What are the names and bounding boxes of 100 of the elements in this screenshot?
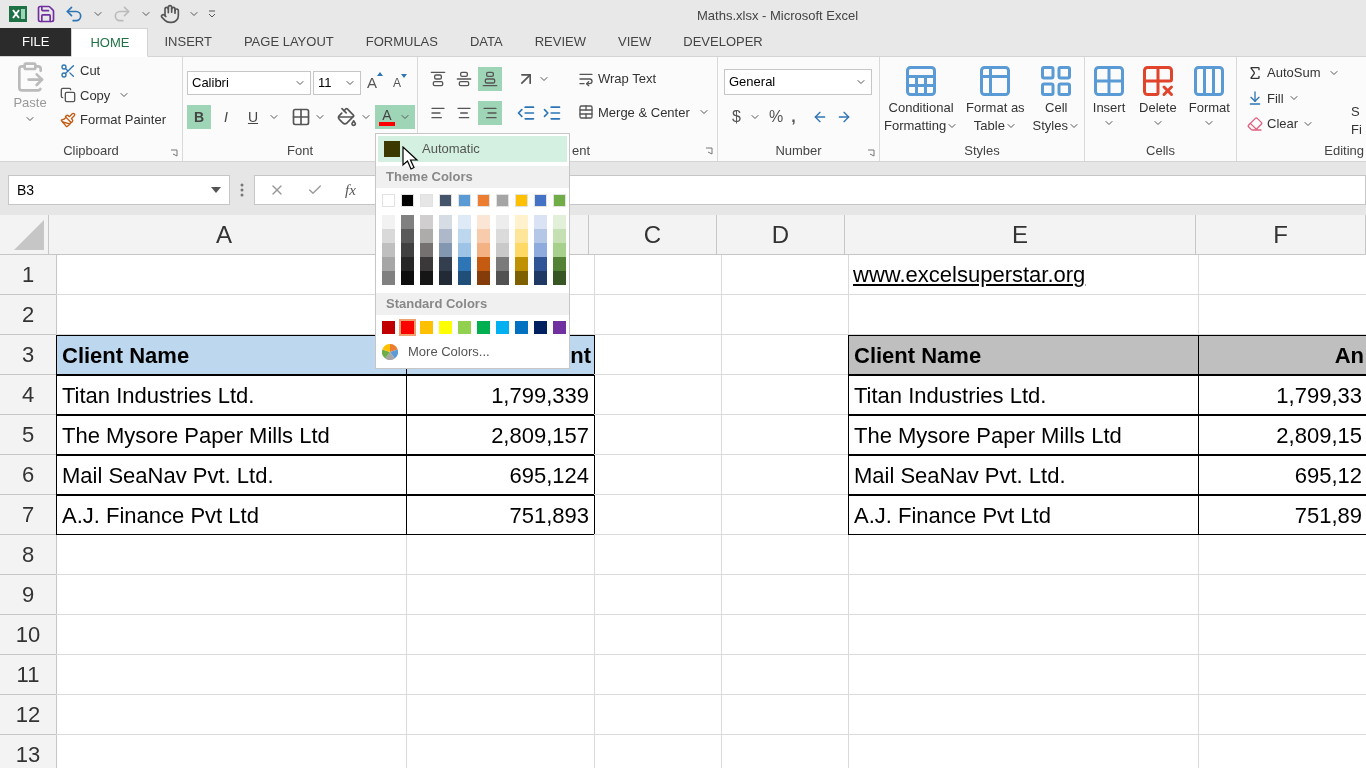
italic-button[interactable]: I bbox=[214, 105, 238, 129]
percent-button[interactable]: % bbox=[768, 105, 784, 129]
ribbon-tab[interactable]: HOME bbox=[71, 28, 149, 57]
color-swatch[interactable] bbox=[401, 271, 414, 285]
save-icon[interactable] bbox=[36, 4, 56, 24]
color-swatch[interactable] bbox=[439, 194, 452, 207]
color-swatch[interactable] bbox=[477, 243, 490, 257]
merge-center-button[interactable]: Merge & Center bbox=[578, 102, 690, 122]
row-header[interactable]: 5 bbox=[0, 415, 57, 455]
color-swatch[interactable] bbox=[458, 215, 471, 229]
dialog-launcher-icon[interactable] bbox=[170, 149, 178, 157]
select-all-icon[interactable] bbox=[14, 220, 44, 250]
fill-color-icon[interactable] bbox=[337, 107, 357, 127]
color-swatch[interactable] bbox=[382, 257, 395, 271]
delete-button[interactable]: Delete bbox=[1139, 63, 1177, 141]
color-swatch[interactable] bbox=[458, 194, 471, 207]
row-header[interactable]: 4 bbox=[0, 375, 57, 415]
color-swatch[interactable] bbox=[515, 271, 528, 285]
bold-button[interactable]: B bbox=[187, 105, 211, 129]
row-header[interactable]: 13 bbox=[0, 735, 57, 768]
color-swatch[interactable] bbox=[420, 229, 433, 243]
color-swatch[interactable] bbox=[401, 243, 414, 257]
increase-indent-icon[interactable] bbox=[542, 103, 562, 123]
color-swatch[interactable] bbox=[477, 215, 490, 229]
color-swatch[interactable] bbox=[420, 271, 433, 285]
color-swatch[interactable] bbox=[458, 271, 471, 285]
ribbon-tab[interactable]: DEVELOPER bbox=[667, 27, 779, 56]
color-swatch[interactable] bbox=[515, 215, 528, 229]
color-swatch[interactable] bbox=[401, 229, 414, 243]
color-swatch[interactable] bbox=[401, 194, 414, 207]
color-swatch[interactable] bbox=[439, 229, 452, 243]
row-header[interactable]: 10 bbox=[0, 615, 57, 655]
color-swatch[interactable] bbox=[420, 215, 433, 229]
color-swatch[interactable] bbox=[553, 229, 566, 243]
fill-button[interactable]: Fill bbox=[1247, 88, 1351, 108]
ribbon-tab[interactable]: REVIEW bbox=[518, 27, 602, 56]
color-swatch[interactable] bbox=[496, 257, 509, 271]
autosum-button[interactable]: AutoSum bbox=[1247, 63, 1321, 83]
color-swatch[interactable] bbox=[382, 215, 395, 229]
cut-button[interactable]: Cut bbox=[60, 61, 166, 81]
number-format-field[interactable]: General bbox=[724, 69, 872, 95]
color-swatch[interactable] bbox=[553, 271, 566, 285]
decrease-indent-icon[interactable] bbox=[516, 103, 536, 123]
color-swatch[interactable] bbox=[553, 321, 566, 334]
color-swatch[interactable] bbox=[553, 243, 566, 257]
name-box[interactable]: B3 bbox=[8, 175, 230, 205]
color-swatch[interactable] bbox=[382, 229, 395, 243]
font-size-field[interactable]: 11 bbox=[313, 71, 361, 95]
color-swatch[interactable] bbox=[420, 321, 433, 334]
color-swatch[interactable] bbox=[477, 229, 490, 243]
color-swatch[interactable] bbox=[496, 243, 509, 257]
color-swatch[interactable] bbox=[496, 215, 509, 229]
color-swatch[interactable] bbox=[515, 229, 528, 243]
color-swatch[interactable] bbox=[534, 257, 547, 271]
more-icon[interactable] bbox=[240, 183, 244, 197]
color-swatch[interactable] bbox=[458, 257, 471, 271]
format-button[interactable]: Format bbox=[1188, 63, 1230, 141]
dialog-launcher-icon[interactable] bbox=[705, 147, 713, 155]
color-swatch[interactable] bbox=[553, 215, 566, 229]
column-header[interactable]: D bbox=[717, 215, 845, 254]
color-swatch[interactable] bbox=[496, 229, 509, 243]
color-swatch[interactable] bbox=[477, 194, 490, 207]
row-header[interactable]: 6 bbox=[0, 455, 57, 495]
color-swatch[interactable] bbox=[401, 257, 414, 271]
color-swatch[interactable] bbox=[515, 194, 528, 207]
color-swatch[interactable] bbox=[420, 257, 433, 271]
row-header[interactable]: 2 bbox=[0, 295, 57, 335]
ribbon-tab[interactable]: FORMULAS bbox=[349, 27, 454, 56]
row-header[interactable]: 11 bbox=[0, 655, 57, 695]
color-swatch[interactable] bbox=[477, 257, 490, 271]
ribbon-tab[interactable]: INSERT bbox=[148, 27, 228, 56]
color-swatch[interactable] bbox=[401, 321, 414, 334]
hand-icon[interactable] bbox=[160, 4, 180, 24]
color-swatch[interactable] bbox=[534, 271, 547, 285]
color-swatch[interactable] bbox=[496, 194, 509, 207]
column-header[interactable]: F bbox=[1196, 215, 1366, 254]
borders-icon[interactable] bbox=[291, 107, 311, 127]
color-swatch[interactable] bbox=[439, 215, 452, 229]
color-swatch[interactable] bbox=[401, 215, 414, 229]
insert-button[interactable]: Insert bbox=[1091, 63, 1128, 141]
copy-button[interactable]: Copy bbox=[60, 85, 111, 105]
column-header[interactable]: E bbox=[845, 215, 1196, 254]
row-header[interactable]: 12 bbox=[0, 695, 57, 735]
color-swatch[interactable] bbox=[534, 215, 547, 229]
link-cell[interactable]: www.excelsuperstar.org bbox=[848, 255, 1199, 295]
format-as-table-button[interactable]: Format as Table bbox=[966, 63, 1025, 141]
color-swatch[interactable] bbox=[420, 243, 433, 257]
underline-button[interactable]: U bbox=[241, 105, 265, 129]
ribbon-tab[interactable]: VIEW bbox=[602, 27, 668, 56]
color-swatch[interactable] bbox=[439, 271, 452, 285]
color-swatch[interactable] bbox=[458, 321, 471, 334]
column-header[interactable]: C bbox=[589, 215, 717, 254]
color-swatch[interactable] bbox=[477, 271, 490, 285]
color-swatch[interactable] bbox=[553, 194, 566, 207]
undo-icon[interactable] bbox=[64, 4, 84, 24]
row-header[interactable]: 9 bbox=[0, 575, 57, 615]
color-swatch[interactable] bbox=[515, 257, 528, 271]
comma-style-button[interactable]: , bbox=[791, 105, 796, 129]
row-header[interactable]: 3 bbox=[0, 335, 57, 375]
color-swatch[interactable] bbox=[382, 194, 395, 207]
